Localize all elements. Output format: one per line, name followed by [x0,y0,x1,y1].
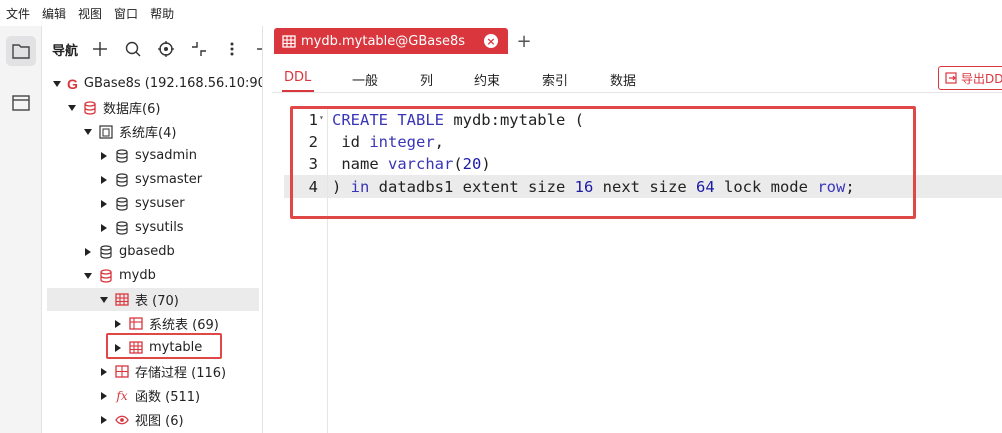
menu-bar: 文件 编辑 视图 窗口 帮助 [0,0,1002,26]
expanded-caret-icon[interactable] [83,272,93,279]
export-ddl-button[interactable]: 导出DDL [938,66,1002,90]
expanded-caret-icon[interactable] [67,104,77,111]
tab-general[interactable]: 一般 [352,70,378,89]
tree-node-label: 表 (70) [135,294,179,309]
database-icon [115,172,129,187]
tree-node-mydb[interactable]: mydb [47,264,259,287]
collapsed-caret-icon[interactable] [99,223,109,232]
ddl-highlight-box [290,106,916,219]
tree-node-label: sysutils [135,220,184,235]
tree-node-gbasedb[interactable]: gbasedb [47,240,259,263]
tree-node-system-dbs[interactable]: 系统库(4) [47,120,259,143]
collapse-all-icon[interactable] [188,38,210,60]
collapsed-caret-icon[interactable] [99,415,109,424]
collapsed-caret-icon[interactable] [99,391,109,400]
window-panel-button[interactable] [6,88,36,118]
collapsed-caret-icon[interactable] [99,367,109,376]
minimize-icon[interactable] [251,38,262,60]
navigator-title: 导航 [52,43,79,59]
add-icon[interactable] [89,38,111,60]
tree-node-label: 函数 (511) [135,390,201,405]
tree-node-sysutils[interactable]: sysutils [47,216,259,239]
tab-indexes[interactable]: 索引 [542,70,568,89]
tree-node-label: sysuser [135,196,185,211]
tree-node-label: mydb [119,268,156,283]
database-icon [115,196,129,211]
window-icon [12,95,30,111]
tree-node-label: 系统库(4) [119,126,177,141]
navigator-toolbar: 导航 [43,34,262,64]
table-icon [282,34,296,48]
database-icon [83,100,97,115]
editor-panel: mydb.mytable@GBase8s × + DDL 一般 列 约束 索引 … [272,26,1002,433]
collapsed-caret-icon[interactable] [83,247,93,256]
database-icon [99,268,113,283]
tree-node-sysadmin[interactable]: sysadmin [47,144,259,167]
tree-node-label: 系统表 (69) [149,318,219,333]
table-icon [115,293,129,307]
tree-node-functions[interactable]: fx 函数 (511) [47,384,259,407]
locate-icon[interactable] [155,38,177,60]
collapsed-caret-icon[interactable] [99,175,109,184]
tree-node-label: sysadmin [135,148,197,163]
function-icon: fx [116,388,128,403]
navigator-panel: 导航 G GBase8s (192.168.56.10:908 数据库(6) 系… [43,26,263,433]
collapsed-caret-icon[interactable] [99,199,109,208]
expanded-caret-icon[interactable] [53,80,61,87]
tab-columns[interactable]: 列 [420,70,433,89]
menu-help[interactable]: 帮助 [150,5,174,22]
tree-node-databases[interactable]: 数据库(6) [47,96,259,119]
tab-constraints[interactable]: 约束 [474,70,500,89]
tree-node-server[interactable]: G GBase8s (192.168.56.10:908 [47,72,262,95]
navigator-toggle-button[interactable] [6,36,36,66]
tree-node-label: GBase8s (192.168.56.10:908 [83,76,263,91]
tree-node-label: gbasedb [119,244,175,259]
activity-rail [0,26,42,433]
tree-node-views[interactable]: 视图 (6) [47,408,259,431]
plus-icon: + [516,30,532,52]
tree-node-sysmaster[interactable]: sysmaster [47,168,259,191]
menu-file[interactable]: 文件 [6,5,30,22]
tab-data[interactable]: 数据 [610,70,636,89]
object-subtabs: DDL 一般 列 约束 索引 数据 [272,66,1002,92]
system-db-folder-icon [99,124,113,139]
tab-label: mydb.mytable@GBase8s [301,33,466,49]
menu-view[interactable]: 视图 [78,5,102,22]
tree-node-label: sysmaster [135,172,203,187]
database-icon [99,244,113,259]
search-icon[interactable] [122,38,144,60]
gbase-logo-icon: G [67,75,78,92]
mytable-highlight-box [106,333,222,359]
tree-node-label: 视图 (6) [135,414,184,429]
add-tab-button[interactable]: + [512,28,536,54]
database-icon [115,220,129,235]
system-table-icon [129,317,143,331]
tree-node-system-tables[interactable]: 系统表 (69) [47,312,259,335]
tab-mytable[interactable]: mydb.mytable@GBase8s × [274,28,508,54]
divider [272,92,1002,93]
close-icon[interactable]: × [484,34,498,48]
tree-node-sysuser[interactable]: sysuser [47,192,259,215]
expanded-caret-icon[interactable] [83,128,93,135]
export-label: 导出DDL [961,71,1002,86]
collapsed-caret-icon[interactable] [113,319,123,328]
menu-edit[interactable]: 编辑 [42,5,66,22]
expanded-caret-icon[interactable] [99,296,109,303]
collapsed-caret-icon[interactable] [99,151,109,160]
folder-icon [12,44,30,59]
tree-node-label: 存储过程 (116) [135,366,227,381]
more-icon[interactable] [221,38,243,60]
database-icon [115,148,129,163]
menu-window[interactable]: 窗口 [114,5,138,22]
tree-node-procedures[interactable]: 存储过程 (116) [47,360,259,383]
tree-node-label: 数据库(6) [103,102,161,117]
view-icon [115,413,129,427]
tree-node-tables[interactable]: 表 (70) [47,288,259,311]
export-icon [945,72,957,84]
procedure-icon [115,365,129,379]
tab-ddl[interactable]: DDL [284,70,311,85]
